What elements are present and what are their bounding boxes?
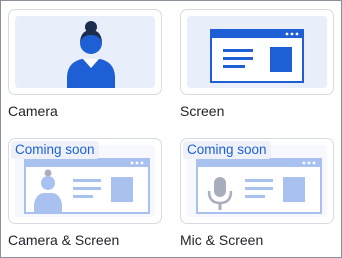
person-icon bbox=[67, 21, 115, 88]
coming-soon-badge: Coming soon bbox=[11, 141, 99, 159]
option-mic-screen-card: Coming soon bbox=[180, 138, 334, 224]
screen-thumbnail bbox=[187, 16, 327, 88]
coming-soon-badge: Coming soon bbox=[183, 141, 271, 159]
option-screen-card[interactable] bbox=[180, 9, 334, 95]
option-camera-screen-label: Camera & Screen bbox=[8, 232, 120, 248]
recording-type-panel: Camera Screen Coming soon Camera & Scree… bbox=[0, 0, 342, 258]
option-camera-screen-card: Coming soon bbox=[8, 138, 162, 224]
option-screen-label: Screen bbox=[180, 103, 225, 119]
option-camera-card[interactable] bbox=[8, 9, 162, 95]
screen-window-icon bbox=[210, 29, 304, 83]
option-mic-screen-label: Mic & Screen bbox=[180, 232, 264, 248]
option-camera-label: Camera bbox=[8, 103, 58, 119]
camera-thumbnail bbox=[15, 16, 155, 88]
